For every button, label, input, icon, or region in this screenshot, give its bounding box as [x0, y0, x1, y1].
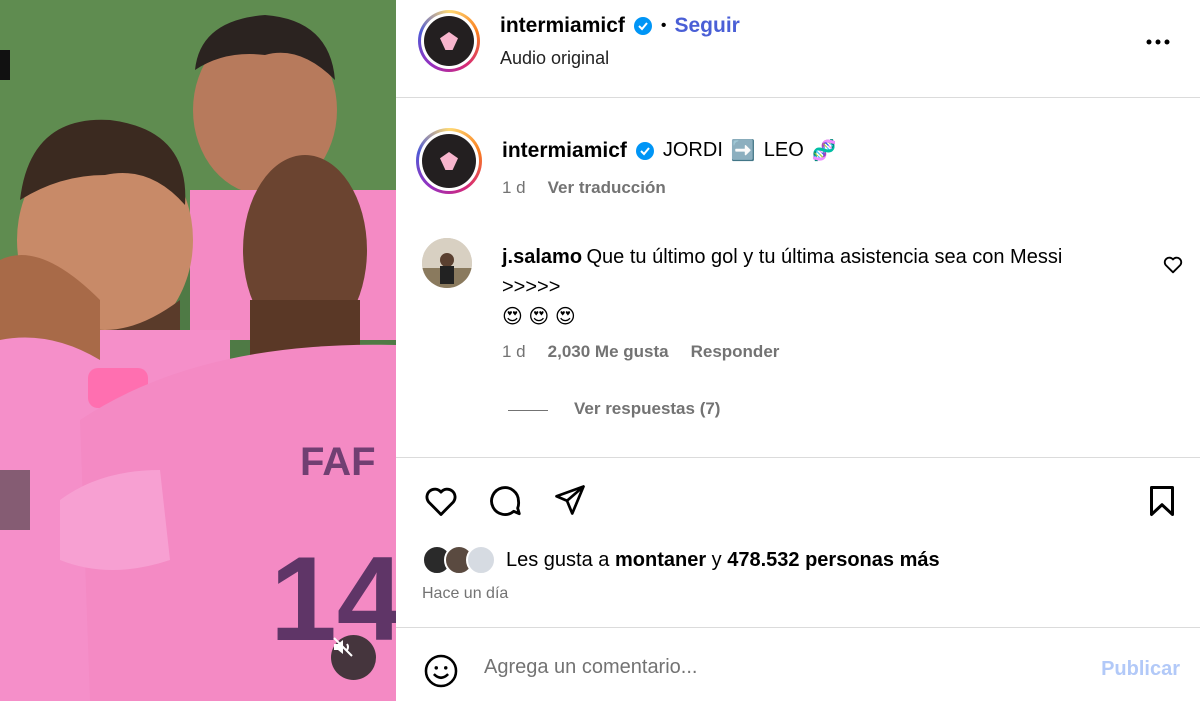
comment-like-heart-icon[interactable]	[1162, 254, 1184, 276]
comment-composer: Publicar	[396, 628, 1200, 701]
comment-likes[interactable]: 2,030 Me gusta	[548, 342, 669, 362]
video-frame-illustration: FAF 14	[0, 0, 396, 701]
club-logo-icon	[422, 134, 476, 188]
mute-button[interactable]	[331, 635, 376, 680]
author-username[interactable]: intermiamicf	[500, 14, 625, 38]
comment-age[interactable]: 1 d	[502, 342, 526, 362]
likes-connector: y	[711, 548, 722, 571]
post-video[interactable]: FAF 14	[0, 0, 396, 701]
post-panel: intermiamicf • Seguir Audio original int…	[396, 0, 1200, 701]
caption-text-part1: JORDI	[662, 139, 723, 161]
commenter-avatar[interactable]	[422, 238, 472, 288]
commenter-username[interactable]: j.salamo	[502, 246, 582, 268]
follow-button[interactable]: Seguir	[674, 14, 739, 38]
caption-text-part2: LEO	[763, 139, 804, 161]
bookmark-icon[interactable]	[1144, 482, 1180, 520]
separator-dot: •	[660, 17, 667, 34]
comment-body: j.salamo Que tu último gol y tu última a…	[502, 243, 1142, 331]
audio-label[interactable]: Audio original	[500, 48, 609, 69]
likes-summary: Les gusta a montaner y 478.532 personas …	[422, 545, 940, 575]
verified-badge-icon	[633, 17, 652, 35]
club-logo-icon	[424, 16, 474, 66]
action-bar	[396, 458, 1200, 628]
heart-icon[interactable]	[422, 482, 460, 520]
share-icon[interactable]	[552, 482, 588, 518]
view-replies-button[interactable]: Ver respuestas (7)	[574, 399, 720, 419]
likes-user[interactable]: montaner	[615, 549, 706, 571]
comment-icon[interactable]	[486, 482, 524, 520]
speaker-muted-icon	[333, 637, 353, 657]
likes-prefix: Les gusta a	[506, 548, 610, 571]
likes-count[interactable]: 478.532 personas más	[727, 549, 939, 571]
caption-author[interactable]: intermiamicf	[502, 139, 627, 163]
smiley-icon[interactable]	[422, 652, 460, 690]
arrow-emoji: ➡️	[730, 140, 756, 162]
commenter-photo	[422, 238, 472, 288]
liker-avatar[interactable]	[466, 545, 496, 575]
reply-button[interactable]: Responder	[691, 342, 780, 362]
translate-link[interactable]: Ver traducción	[548, 178, 666, 198]
caption-author-avatar[interactable]	[416, 128, 482, 194]
comment-text: Que tu último gol y tu última asistencia…	[586, 246, 1063, 268]
replies-divider	[508, 410, 548, 411]
author-avatar[interactable]	[418, 10, 480, 72]
post-time[interactable]: Hace un día	[422, 585, 508, 603]
svg-text:FAF: FAF	[300, 440, 376, 484]
verified-badge-icon	[635, 141, 654, 160]
more-horizontal-icon[interactable]	[1144, 28, 1172, 56]
comment-emojis: 😍 😍 😍	[502, 306, 576, 328]
comment-input[interactable]	[484, 652, 1044, 682]
caption: intermiamicf JORDI ➡️ LEO 🧬	[502, 138, 837, 163]
comments-section: intermiamicf JORDI ➡️ LEO 🧬 1 d Ver trad…	[396, 98, 1200, 458]
comment-text-line2: >>>>>	[502, 276, 561, 298]
post-header: intermiamicf • Seguir Audio original	[396, 0, 1200, 98]
caption-age[interactable]: 1 d	[502, 178, 526, 198]
dna-emoji: 🧬	[811, 140, 837, 162]
publish-button[interactable]: Publicar	[1101, 658, 1180, 681]
